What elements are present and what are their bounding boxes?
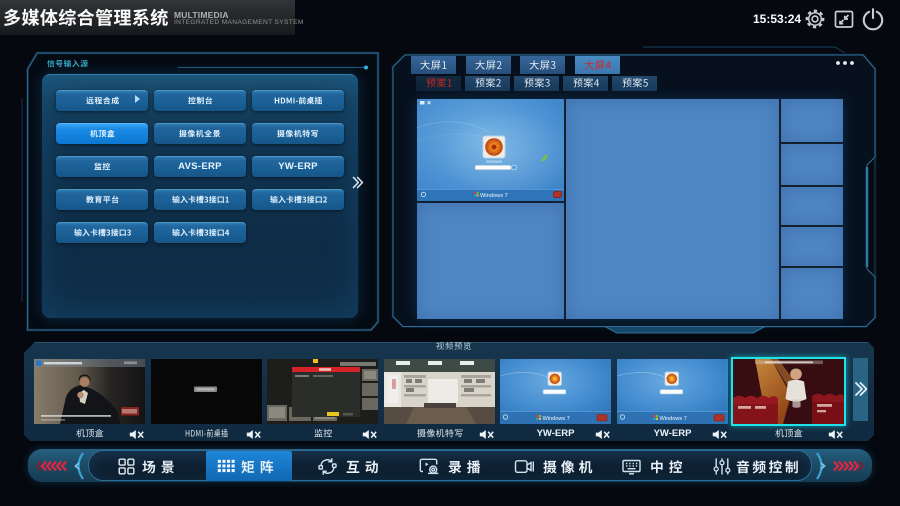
svg-text:Windows 7: Windows 7 [543, 416, 570, 422]
svg-text:Windows 7: Windows 7 [480, 193, 508, 199]
svg-text:Windows 7: Windows 7 [660, 416, 687, 422]
